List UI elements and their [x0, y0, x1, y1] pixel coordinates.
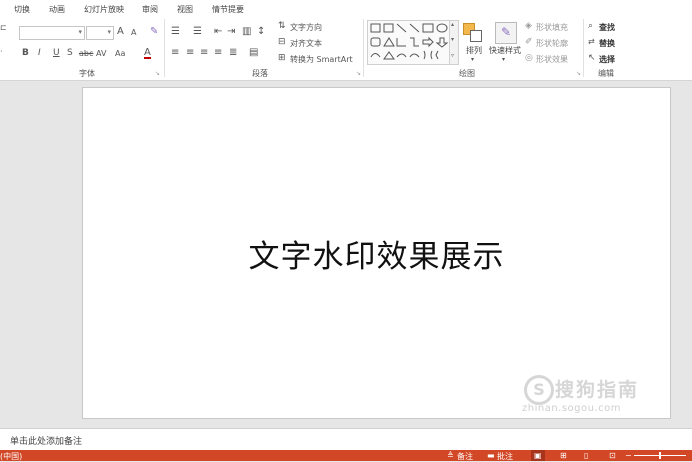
underline-button[interactable]: U	[53, 48, 60, 58]
smartart-icon: ⊞	[278, 53, 286, 63]
comments-button[interactable]: 批注	[497, 451, 513, 462]
more-icon: ▿	[451, 52, 455, 59]
group-separator	[583, 19, 584, 77]
tab-transitions[interactable]: 切换	[14, 4, 30, 15]
slide-text-box[interactable]: 文字水印效果展示	[83, 231, 670, 276]
paragraph-settings-icon[interactable]: ▤	[249, 48, 258, 58]
zoom-slider-handle[interactable]	[659, 452, 661, 459]
ribbon: ⊏ · ▾ ▾ A A ✎ B I U S abc AV Aa A 字体 ↘ ☰…	[0, 17, 692, 81]
shape-effects-button[interactable]: 形状效果	[536, 54, 568, 65]
tab-review[interactable]: 审阅	[142, 4, 158, 15]
notes-toggle-icon: ≜	[447, 451, 454, 460]
find-button[interactable]: 查找	[599, 22, 615, 33]
font-grow-icon[interactable]: A	[117, 27, 124, 37]
font-size-combo[interactable]: ▾	[86, 26, 114, 40]
increase-indent-icon[interactable]: ⇥	[227, 27, 235, 37]
chevron-down-icon: ▾	[107, 28, 111, 36]
arrange-icon[interactable]	[463, 23, 483, 43]
text-direction-icon: ⇅	[278, 21, 286, 31]
shape-outline-button[interactable]: 形状轮廓	[536, 38, 568, 49]
notes-pane[interactable]: 单击此处添加备注	[0, 428, 692, 451]
select-button[interactable]: 选择	[599, 54, 615, 65]
font-group-label: 字体	[79, 69, 95, 78]
font-shrink-icon[interactable]: A	[131, 28, 136, 38]
tab-animations[interactable]: 动画	[49, 4, 65, 15]
columns-icon[interactable]: ▥	[242, 27, 251, 37]
distributed-icon[interactable]: ≣	[229, 48, 237, 58]
ribbon-tab-bar: 切换 动画 幻灯片放映 审阅 视图 情节提要	[0, 0, 692, 17]
shapes-gallery-icons	[370, 23, 449, 60]
char-spacing-button[interactable]: AV	[96, 49, 106, 59]
paint-bucket-icon: ◈	[525, 21, 532, 31]
drawing-group-label: 绘图	[459, 69, 475, 78]
pen-outline-icon: ✐	[525, 37, 533, 47]
align-text-button[interactable]: 对齐文本	[290, 38, 322, 49]
clipboard-icon[interactable]: ⊏	[0, 23, 7, 33]
chevron-down-icon: ▾	[471, 56, 475, 63]
quick-styles-icon[interactable]: ✎	[495, 22, 517, 44]
align-center-icon[interactable]: ≡	[186, 48, 194, 58]
chevron-down-icon: ▾	[502, 56, 506, 63]
shapes-gallery[interactable]	[367, 20, 451, 65]
decrease-indent-icon[interactable]: ⇤	[214, 27, 222, 37]
clipboard-icon[interactable]: ·	[0, 47, 3, 57]
font-name-combo[interactable]: ▾	[19, 26, 85, 40]
chevron-up-icon: ▴	[451, 21, 455, 28]
group-separator	[164, 19, 165, 77]
numbering-icon[interactable]: ☰	[193, 27, 202, 37]
notes-placeholder: 单击此处添加备注	[10, 437, 83, 447]
convert-smartart-button[interactable]: 转换为 SmartArt	[290, 54, 353, 65]
font-color-button[interactable]: A	[144, 48, 151, 59]
watermark-url: zhinan.sogou.com	[522, 403, 622, 414]
align-text-icon: ⊟	[278, 37, 286, 47]
zoom-out-icon[interactable]: −	[625, 451, 632, 460]
tab-storyboard[interactable]: 情节提要	[212, 4, 244, 15]
normal-view-icon: ▣	[534, 451, 542, 460]
replace-icon: ⇄	[588, 37, 595, 46]
tab-view[interactable]: 视图	[177, 4, 193, 15]
chevron-down-icon: ▾	[451, 36, 455, 43]
status-bar: (中国) ≜ 备注 ▬ 批注 ▣ ⊞ ▯ ⊡ −	[0, 450, 692, 461]
paragraph-group-label: 段落	[252, 69, 268, 78]
slideshow-icon[interactable]: ⊡	[609, 451, 616, 460]
sogou-logo-icon: S	[524, 375, 554, 405]
dialog-launcher-icon[interactable]: ↘	[155, 69, 160, 79]
group-separator	[363, 19, 364, 77]
slide-sorter-icon[interactable]: ⊞	[560, 451, 567, 460]
text-direction-button[interactable]: 文字方向	[290, 22, 322, 33]
editing-group-label: 编辑	[598, 69, 614, 78]
watermark-title: 搜狗指南	[555, 379, 640, 401]
justify-icon[interactable]: ≡	[214, 48, 222, 58]
strikethrough-button[interactable]: abc	[79, 49, 93, 59]
line-spacing-icon[interactable]: ↕	[257, 27, 265, 37]
tab-slideshow[interactable]: 幻灯片放映	[84, 4, 124, 15]
dialog-launcher-icon[interactable]: ↘	[356, 69, 361, 79]
italic-button[interactable]: I	[38, 48, 41, 58]
change-case-button[interactable]: Aa	[115, 49, 125, 59]
language-indicator[interactable]: (中国)	[0, 451, 22, 462]
reading-view-icon[interactable]: ▯	[584, 451, 588, 460]
find-icon: ⌕	[588, 21, 594, 31]
sogou-watermark: S 搜狗指南 zhinan.sogou.com	[520, 373, 665, 423]
notes-toggle-button[interactable]: 备注	[457, 451, 473, 462]
bold-button[interactable]: B	[22, 48, 29, 58]
effects-icon: ◎	[525, 53, 533, 63]
replace-button[interactable]: 替换	[599, 38, 615, 49]
comments-icon: ▬	[487, 451, 495, 460]
align-right-icon[interactable]: ≡	[200, 48, 208, 58]
clear-format-icon[interactable]: ✎	[150, 27, 158, 37]
dialog-launcher-icon[interactable]: ↘	[576, 69, 581, 79]
shape-fill-button[interactable]: 形状填充	[536, 22, 568, 33]
chevron-down-icon: ▾	[78, 28, 82, 36]
select-cursor-icon: ↖	[588, 53, 596, 63]
bullets-icon[interactable]: ☰	[171, 27, 180, 37]
align-left-icon[interactable]: ≡	[171, 48, 179, 58]
slide-canvas[interactable]: 文字水印效果展示	[82, 87, 671, 419]
shapes-gallery-scrollbar[interactable]: ▴ ▾ ▿	[449, 20, 459, 65]
shadow-button[interactable]: S	[67, 48, 73, 58]
